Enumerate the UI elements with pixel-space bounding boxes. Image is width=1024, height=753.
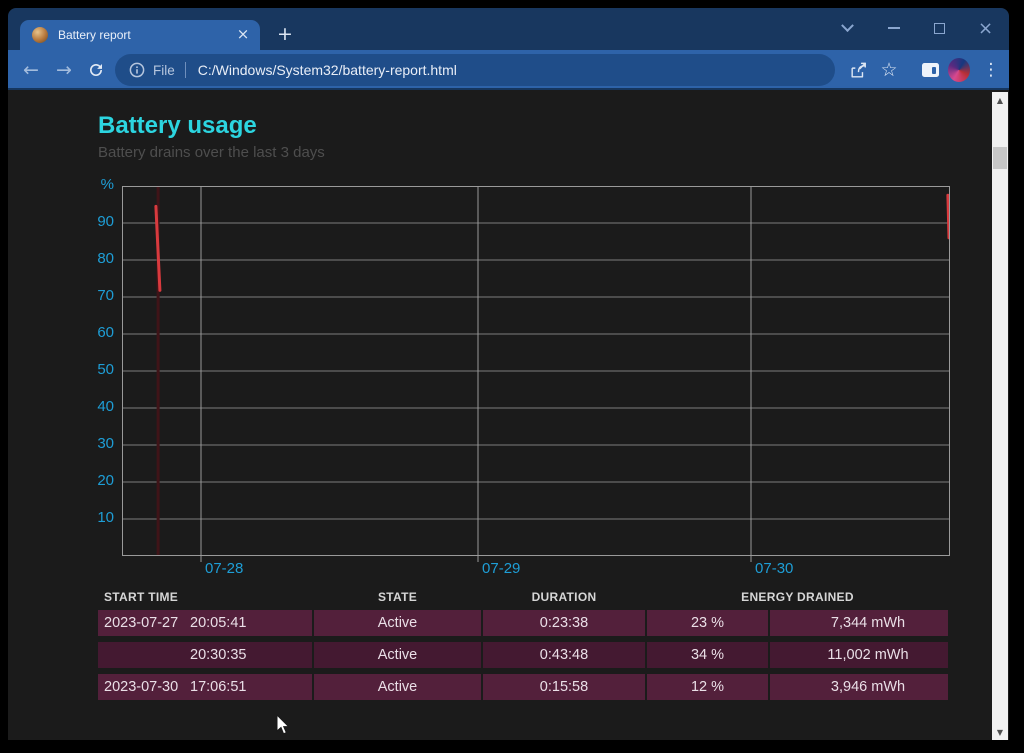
tab-title: Battery report [58,28,131,42]
minimize-button[interactable] [886,21,901,36]
page-info-icon[interactable] [129,62,145,78]
battery-report-page: Battery usage Battery drains over the la… [8,92,992,740]
y-axis-tick-label: 70 [97,287,114,304]
scheme-label: File [153,62,175,78]
omnibox-divider [184,62,186,78]
menu-dots-icon[interactable]: ⋮ [980,59,1002,81]
cell-start-time: 20:30:35 [98,642,312,668]
back-icon[interactable]: ← [19,58,43,82]
cell-percent: 34 % [647,642,768,668]
mouse-cursor [276,714,290,735]
cell-date: 2023-07-30 [104,679,179,695]
cell-duration: 0:15:58 [483,674,645,700]
reload-icon[interactable] [84,58,108,82]
scrollbar-thumb[interactable] [993,147,1007,169]
battery-report-favicon [32,27,48,43]
header-state: STATE [377,590,418,604]
x-axis-tick-label: 07-28 [204,560,244,577]
scroll-up-arrow-icon[interactable]: ▲ [992,92,1008,108]
y-axis-tick-label: 80 [97,250,114,267]
table-row: 2023-07-30 17:06:51 Active 0:15:58 12 % … [98,674,948,700]
tab-close-icon[interactable]: × [234,26,252,44]
table-row: 2023-07-27 20:05:41 Active 0:23:38 23 % … [98,610,948,636]
cell-percent: 23 % [647,610,768,636]
battery-usage-chart [122,186,950,562]
y-axis-tick-label: 90 [97,213,114,230]
battery-drain-table: START TIME STATE DURATION ENERGY DRAINED… [98,590,948,706]
browser-window: Battery report × + × ← → File C:/Windows… [8,8,1009,740]
address-bar[interactable]: File C:/Windows/System32/battery-report.… [115,54,835,86]
cell-energy: 11,002 mWh [770,642,948,668]
cell-time: 20:05:41 [190,615,247,631]
y-axis-tick-label: 50 [97,361,114,378]
maximize-button[interactable] [932,21,947,36]
forward-icon[interactable]: → [52,58,76,82]
x-axis-tick-label: 07-29 [482,560,521,577]
table-row: 20:30:35 Active 0:43:48 34 % 11,002 mWh [98,642,948,668]
cell-date [104,642,190,668]
browser-toolbar: ← → File C:/Windows/System32/battery-rep… [8,50,1009,90]
cell-time: 20:30:35 [190,647,247,663]
tab-battery-report[interactable]: Battery report × [20,20,260,50]
y-axis-tick-label: 40 [97,398,114,415]
close-window-button[interactable]: × [978,19,993,37]
y-axis-tick-label: 20 [97,472,114,489]
cell-energy: 3,946 mWh [770,674,948,700]
y-axis-tick-label: 10 [97,509,114,526]
header-start-time: START TIME [104,590,179,604]
cell-duration: 0:23:38 [483,610,645,636]
header-energy-drained: ENERGY DRAINED [741,590,854,604]
tab-strip: Battery report × + × [8,8,1009,50]
cell-state: Active [314,642,481,668]
cell-percent: 12 % [647,674,768,700]
y-axis-unit-label: % [100,176,114,193]
tab-search-chevron-icon[interactable] [840,18,855,36]
page-subtitle: Battery drains over the last 3 days [98,144,325,161]
share-icon[interactable] [847,59,869,81]
profile-avatar[interactable] [948,58,970,82]
header-duration: DURATION [531,590,597,604]
cell-start-time: 2023-07-27 20:05:41 [98,610,312,636]
cell-time: 17:06:51 [190,679,247,695]
x-axis-tick-label: 07-30 [755,560,794,577]
y-axis-tick-label: 60 [97,324,114,341]
cell-state: Active [314,610,481,636]
cell-energy: 7,344 mWh [770,610,948,636]
y-axis-tick-label: 30 [97,435,114,452]
table-header-row: START TIME STATE DURATION ENERGY DRAINED [98,590,948,607]
vertical-scrollbar[interactable]: ▲ ▼ [992,92,1008,740]
cell-date: 2023-07-27 [104,615,179,631]
url-text[interactable]: C:/Windows/System32/battery-report.html [198,62,457,78]
page-title: Battery usage [98,112,257,139]
cell-duration: 0:43:48 [483,642,645,668]
cell-state: Active [314,674,481,700]
bookmark-star-icon[interactable]: ☆ [878,59,900,81]
scroll-down-arrow-icon[interactable]: ▼ [992,724,1008,740]
side-panel-icon[interactable] [919,59,941,81]
new-tab-button[interactable]: + [272,22,298,48]
cell-start-time: 2023-07-30 17:06:51 [98,674,312,700]
window-controls: × [840,14,993,42]
